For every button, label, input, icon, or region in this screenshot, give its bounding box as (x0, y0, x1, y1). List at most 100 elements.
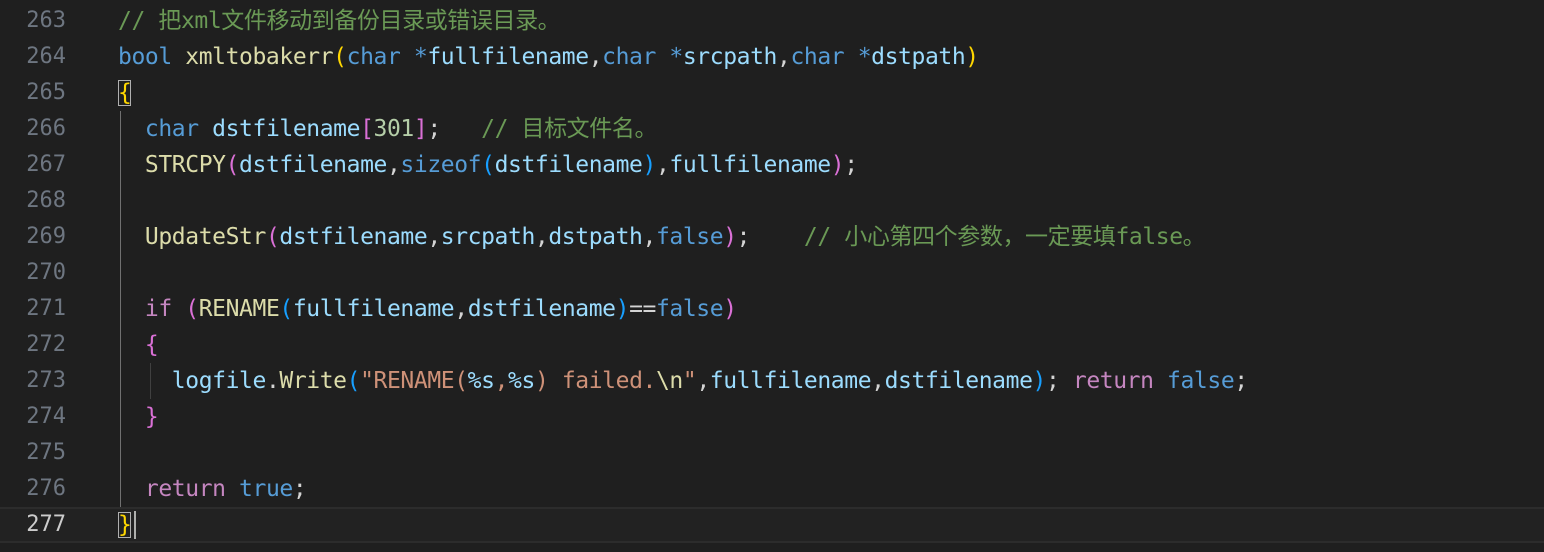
code-token: false (655, 296, 724, 322)
code-token: if (144, 296, 172, 322)
code-token: dstfilename (884, 368, 1033, 394)
line-code[interactable]: UpdateStr(dstfilename,srcpath,dstpath,fa… (118, 219, 1206, 255)
line-number: 266 (26, 116, 66, 141)
code-token: ; (844, 152, 858, 178)
code-token: dstfilename (212, 116, 361, 142)
code-token: RENAME (198, 296, 280, 322)
code-token: , (454, 296, 468, 322)
code-line-272[interactable]: 272 { (0, 327, 1544, 363)
code-line-271[interactable]: 271 if (RENAME(fullfilename,dstfilename)… (0, 291, 1544, 327)
code-token: fullfilename (709, 368, 872, 394)
line-code[interactable]: return true; (118, 471, 307, 507)
line-code[interactable]: } (118, 507, 132, 543)
code-token: ) (615, 296, 630, 322)
code-token: char (346, 44, 401, 70)
code-line-264[interactable]: 264 bool xmltobakerr(char *fullfilename,c… (0, 39, 1544, 75)
line-number: 265 (26, 80, 66, 105)
line-code[interactable]: { (118, 327, 159, 363)
code-token: } (144, 404, 159, 430)
code-token: , (386, 152, 401, 178)
code-token: ( (185, 296, 199, 322)
code-line-267[interactable]: 267 STRCPY(dstfilename,sizeof(dstfilenam… (0, 147, 1544, 183)
line-number: 263 (26, 8, 66, 33)
line-code[interactable]: // 把xml文件移动到备份目录或错误目录。 (118, 3, 561, 39)
code-token: * (413, 44, 428, 70)
code-line-265[interactable]: 265 { (0, 75, 1544, 111)
code-token: ( (333, 44, 347, 70)
code-token: "RENAME( (360, 368, 468, 394)
code-token: bool (118, 44, 172, 70)
code-token: , (642, 224, 657, 250)
code-token: srcpath (682, 44, 778, 70)
code-line-276[interactable]: 276 return true; (0, 471, 1544, 507)
code-token: logfile (171, 368, 267, 394)
code-token: , (534, 224, 549, 250)
code-token: , (696, 368, 710, 394)
code-line-275[interactable]: 275 (0, 435, 1544, 471)
code-token: dstfilename (467, 296, 616, 322)
line-number: 264 (26, 44, 66, 69)
code-token: xmltobakerr (185, 44, 334, 70)
code-token: * (857, 44, 872, 70)
code-token: { (144, 332, 159, 358)
code-token: ; (292, 476, 307, 502)
code-token: false (1167, 368, 1235, 394)
code-token: return (1072, 368, 1154, 394)
code-line-266[interactable]: 266 char dstfilename[301]; // 目标文件名。 (0, 111, 1544, 147)
code-token: ; (427, 116, 441, 142)
code-token: dstfilename (239, 152, 387, 178)
line-code[interactable]: if (RENAME(fullfilename,dstfilename)==fa… (118, 291, 737, 327)
line-number: 270 (26, 260, 66, 285)
code-line-274[interactable]: 274 } (0, 399, 1544, 435)
code-token: , (871, 368, 885, 394)
code-token: srcpath (440, 224, 536, 250)
code-token: 301 (373, 116, 415, 142)
code-line-270[interactable]: 270 (0, 255, 1544, 291)
code-token: , (494, 368, 509, 394)
line-code[interactable]: } (118, 399, 159, 435)
line-number: 273 (26, 368, 66, 393)
code-token: char (790, 44, 845, 70)
line-code[interactable]: bool xmltobakerr(char *fullfilename,char… (118, 39, 979, 75)
line-code[interactable]: { (118, 75, 132, 111)
code-token: char (602, 44, 656, 70)
code-token: * (669, 44, 683, 70)
line-code[interactable]: char dstfilename[301]; // 目标文件名。 (118, 111, 658, 147)
line-number: 276 (26, 476, 66, 501)
indent-guide (149, 363, 151, 399)
code-token: \n (655, 368, 683, 394)
code-editor[interactable]: 263 // 把xml文件移动到备份目录或错误目录。 264 bool xmltoba… (0, 0, 1544, 552)
code-token: } (118, 512, 132, 538)
code-token: , (427, 224, 441, 250)
code-line-273[interactable]: 273 logfile.Write("RENAME(%s,%s) failed.… (0, 363, 1544, 399)
code-token: . (265, 368, 280, 394)
code-token: UpdateStr (144, 224, 266, 250)
code-token: ) (723, 224, 737, 250)
code-token: ] (413, 116, 428, 142)
code-token: // 小心第四个参数，一定要填false。 (803, 224, 1206, 250)
code-line-277[interactable]: 277} (0, 507, 1544, 543)
code-token: dstfilename (279, 224, 428, 250)
line-code[interactable]: STRCPY(dstfilename,sizeof(dstfilename),f… (118, 147, 858, 183)
code-token: ; (1045, 368, 1060, 394)
code-token: , (655, 152, 670, 178)
indent-guide (120, 111, 121, 507)
code-line-268[interactable]: 268 (0, 183, 1544, 219)
code-token: dstfilename (494, 152, 643, 178)
code-token: ( (265, 224, 280, 250)
code-line-263[interactable]: 263 // 把xml文件移动到备份目录或错误目录。 (0, 3, 1544, 39)
line-code[interactable]: logfile.Write("RENAME(%s,%s) failed.\n",… (118, 363, 1248, 399)
code-line-269[interactable]: 269 UpdateStr(dstfilename,srcpath,dstpat… (0, 219, 1544, 255)
